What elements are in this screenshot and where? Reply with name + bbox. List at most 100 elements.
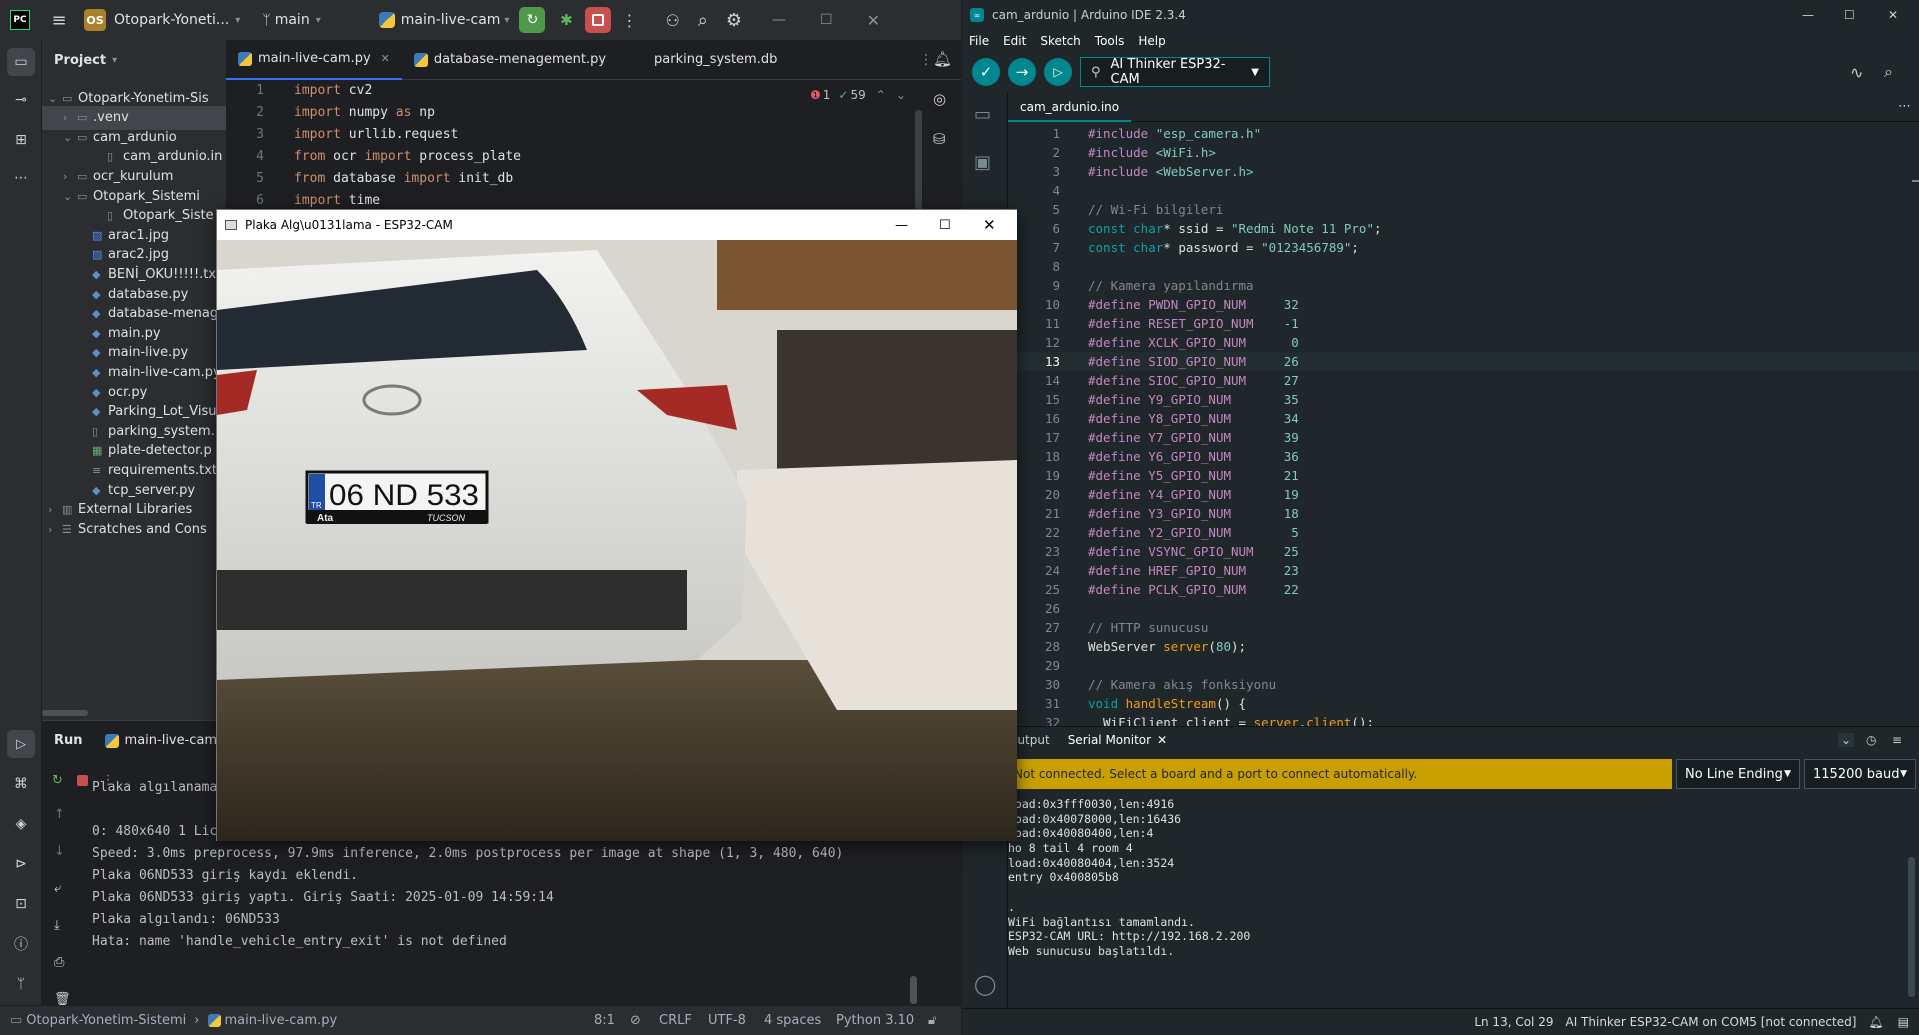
inspection-widget[interactable]: ❶ 1 ✓ 59 ⌃ ⌄ <box>810 88 906 102</box>
caret-position[interactable]: 8:1 <box>594 1013 615 1028</box>
verify-icon[interactable]: ✓ <box>972 58 1000 86</box>
project-name[interactable]: Otopark-Yoneti... <box>114 12 229 28</box>
structure-icon[interactable]: ⊞ <box>7 126 35 154</box>
maximize-icon[interactable]: ☐ <box>939 218 951 233</box>
close-tab-icon[interactable]: ✕ <box>381 52 390 65</box>
tree-expand-icon[interactable]: ⌄ <box>48 92 62 105</box>
close-icon[interactable]: ✕ <box>983 216 996 234</box>
python-interpreter[interactable]: Python 3.10 <box>836 1013 914 1028</box>
board-selector[interactable]: ⚲ AI Thinker ESP32-CAM ▼ <box>1080 57 1270 87</box>
run-config-tab[interactable]: main-live-cam <box>125 733 218 748</box>
stop-icon[interactable] <box>76 775 88 786</box>
tab-database-menagement[interactable]: database-menagement.py <box>402 40 618 80</box>
serial-scrollbar[interactable] <box>1908 857 1915 997</box>
tree-expand-icon[interactable]: ⌄ <box>63 131 77 144</box>
breadcrumb-file[interactable]: main-live-cam.py <box>225 1013 338 1028</box>
tab-parking-system-db[interactable]: parking_system.db <box>642 40 789 80</box>
serial-plotter-icon[interactable]: ∿ <box>1850 63 1863 82</box>
run-config-selector[interactable]: main-live-cam <box>401 12 501 28</box>
toggle-autoscroll-icon[interactable]: ⌄ <box>1838 733 1855 747</box>
sketchbook-folder-icon[interactable]: ▭ <box>974 104 991 125</box>
indent-setting[interactable]: 4 spaces <box>764 1013 821 1028</box>
menu-item-edit[interactable]: Edit <box>996 34 1033 48</box>
ai-assistant-icon[interactable]: ◎ <box>933 90 946 108</box>
close-serial-tab-icon[interactable]: ✕ <box>1157 733 1167 747</box>
file-encoding[interactable]: UTF-8 <box>708 1013 746 1028</box>
upload-icon[interactable]: → <box>1008 58 1036 86</box>
lock-icon[interactable]: 🔓︎ <box>928 1013 936 1028</box>
clear-output-icon[interactable]: ≡ <box>1892 733 1902 747</box>
horizontal-scrollbar[interactable] <box>42 710 88 716</box>
no-indexing-icon[interactable]: ⊘ <box>630 1013 641 1028</box>
settings-gear-icon[interactable]: ⚙ <box>726 10 742 31</box>
maximize-icon[interactable]: ☐ <box>820 12 833 28</box>
console-scrollbar[interactable] <box>910 976 917 1004</box>
output-panel-icon[interactable]: ▤ <box>1898 1015 1909 1029</box>
scroll-up-icon[interactable]: ↑ <box>54 807 71 822</box>
editor-scrollbar[interactable] <box>915 110 922 210</box>
minimize-icon[interactable]: — <box>895 218 908 233</box>
account-icon[interactable]: ◯ <box>974 972 996 996</box>
tab-main-live-cam[interactable]: main-live-cam.py ✕ <box>226 40 402 80</box>
camera-window-titlebar[interactable]: Plaka Alg\u0131lama - ESP32-CAM — ☐ ✕ <box>217 210 1017 240</box>
breadcrumb-project[interactable]: Otopark-Yonetim-Sistemi <box>26 1013 186 1028</box>
main-menu-icon[interactable]: ≡ <box>48 9 70 31</box>
python-console-icon[interactable]: ⌘ <box>7 770 35 798</box>
search-icon[interactable]: ⌕ <box>698 10 708 31</box>
rerun-icon[interactable]: ↻ <box>52 773 63 788</box>
camera-preview-window[interactable]: Plaka Alg\u0131lama - ESP32-CAM — ☐ ✕ TR… <box>216 209 1017 841</box>
branch-name[interactable]: main <box>275 12 310 28</box>
menu-item-help[interactable]: Help <box>1131 34 1172 48</box>
terminal-icon[interactable]: ⊡ <box>7 890 35 918</box>
rerun-icon[interactable]: ↻ <box>519 7 546 33</box>
maximize-icon[interactable]: ☐ <box>1844 8 1855 22</box>
serial-monitor-tab[interactable]: Serial Monitor <box>1068 733 1151 747</box>
scroll-to-end-icon[interactable]: ⤓ <box>54 918 71 933</box>
menu-item-sketch[interactable]: Sketch <box>1033 34 1087 48</box>
project-badge[interactable]: OS <box>84 9 106 31</box>
close-icon[interactable]: ✕ <box>1888 8 1898 22</box>
tree-expand-icon[interactable]: › <box>48 523 62 536</box>
menu-item-tools[interactable]: Tools <box>1088 34 1132 48</box>
code-lines[interactable]: import cv2 import numpy as np import urlli… <box>294 80 521 212</box>
run-panel-title[interactable]: Run <box>54 733 83 748</box>
services-icon[interactable]: ⊳ <box>7 850 35 878</box>
tree-expand-icon[interactable]: › <box>63 111 77 124</box>
chevron-up-icon[interactable]: ⌃ <box>876 88 886 102</box>
notifications-icon[interactable]: 🔔︎ <box>1868 1015 1883 1029</box>
serial-output[interactable]: load:0x3fff0030,len:4916 load:0x40078000,… <box>1008 797 1250 959</box>
tree-expand-icon[interactable]: ⌄ <box>63 190 77 203</box>
tabs-more-icon[interactable]: ⋮ <box>919 52 933 68</box>
git-icon[interactable]: ᛘ <box>7 970 35 998</box>
toggle-timestamp-icon[interactable]: ◷ <box>1866 733 1876 747</box>
add-user-icon[interactable]: ⚇ <box>665 11 679 30</box>
run-tool-icon[interactable]: ▷ <box>7 730 35 758</box>
boards-manager-icon[interactable]: ▣ <box>974 152 991 173</box>
scroll-down-icon[interactable]: ↓ <box>54 844 71 859</box>
notifications-icon[interactable]: 🔔︎ <box>933 50 952 68</box>
baud-rate-select[interactable]: 115200 baud ▼ <box>1804 759 1916 789</box>
minimize-icon[interactable]: — <box>772 12 786 28</box>
menu-item-file[interactable]: File <box>962 34 996 48</box>
file-tab-cam-ardunio[interactable]: cam_ardunio.ino <box>1008 92 1132 122</box>
line-separator[interactable]: CRLF <box>659 1013 692 1028</box>
print-icon[interactable]: ⎙ <box>54 955 71 970</box>
debug-icon[interactable]: ✱ <box>553 7 579 33</box>
tree-expand-icon[interactable]: › <box>63 170 77 183</box>
database-icon[interactable]: ⛁ <box>933 130 946 148</box>
project-folder-icon[interactable]: ▭ <box>7 48 35 76</box>
problems-icon[interactable]: ⓘ <box>7 930 35 958</box>
minimize-icon[interactable]: — <box>1802 8 1814 22</box>
more-tabs-icon[interactable]: ⋯ <box>1898 99 1911 114</box>
python-packages-icon[interactable]: ◈ <box>7 810 35 838</box>
project-panel-title[interactable]: Project <box>54 53 106 68</box>
tree-expand-icon[interactable]: › <box>48 503 62 516</box>
stop-icon[interactable] <box>585 7 612 33</box>
soft-wrap-icon[interactable]: ⤶ <box>54 881 71 896</box>
more-actions-icon[interactable]: ⋮ <box>621 11 637 30</box>
tree-item[interactable]: › ☰ Scratches and Cons <box>42 517 226 541</box>
code-lines[interactable]: #include "esp_camera.h" #include <WiFi.h>… <box>1088 124 1382 732</box>
more-tools-icon[interactable]: ⋯ <box>7 164 35 192</box>
serial-monitor-icon[interactable]: ⌕ <box>1884 62 1893 82</box>
commit-icon[interactable]: ⊸ <box>7 86 35 114</box>
